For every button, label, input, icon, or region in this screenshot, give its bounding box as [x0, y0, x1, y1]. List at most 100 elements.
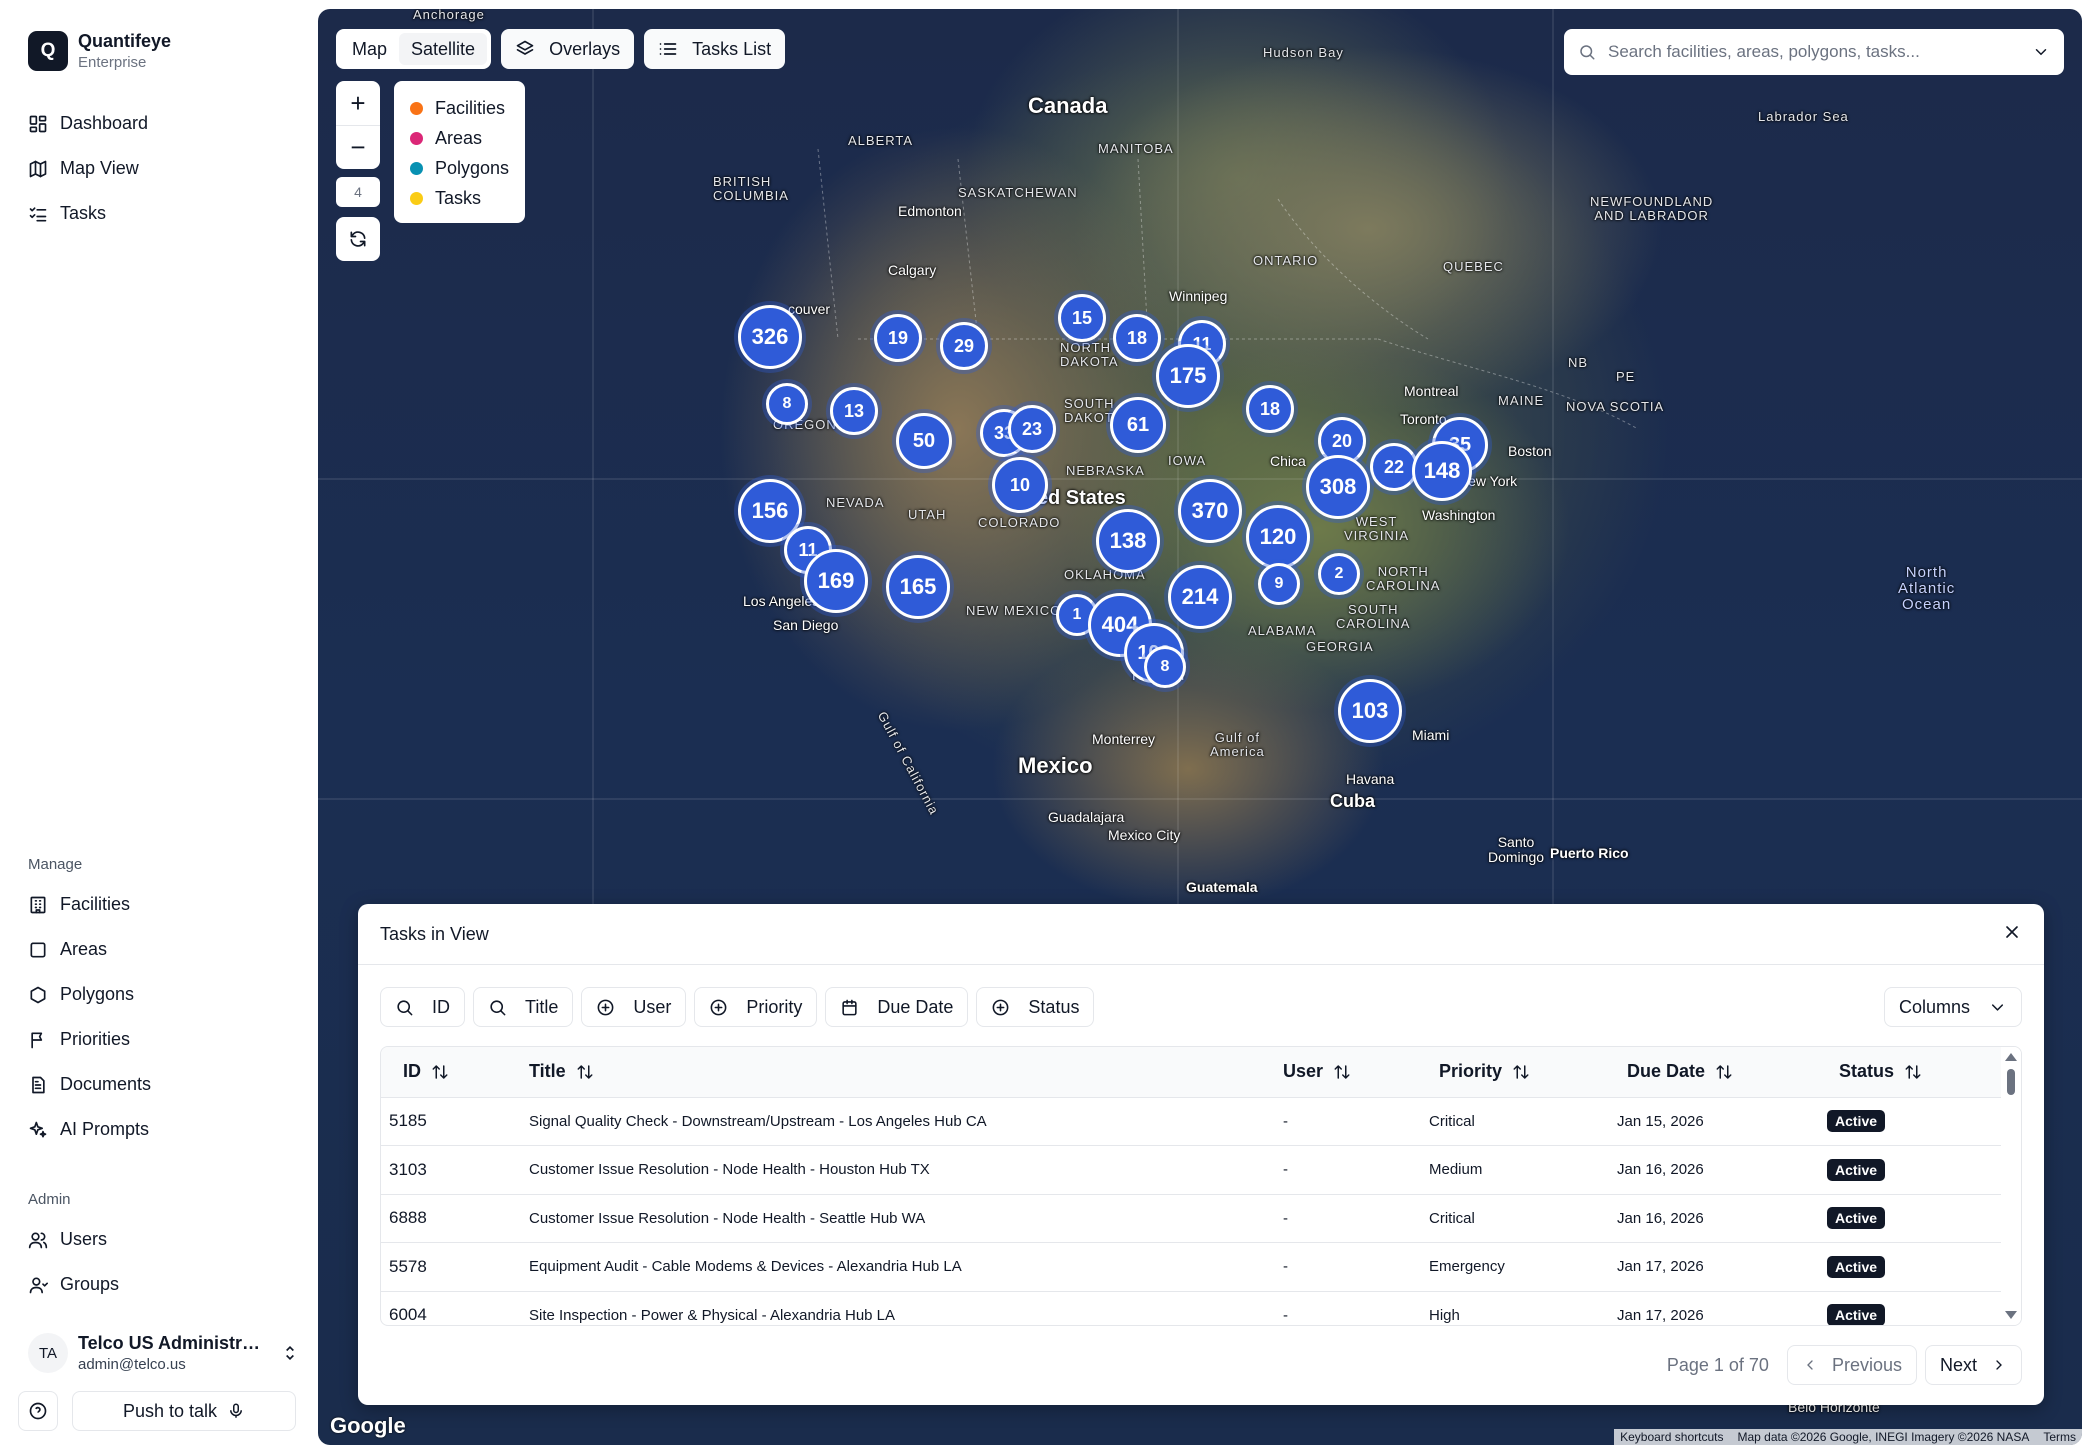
legend-item-polygons: Polygons — [410, 153, 509, 183]
user-menu[interactable]: TA Telco US Administrat... admin@telco.u… — [28, 1333, 300, 1373]
nav-item-ai-prompts[interactable]: AI Prompts — [28, 1107, 151, 1152]
cluster-marker[interactable]: 22 — [1370, 443, 1418, 491]
legend-label: Facilities — [435, 97, 506, 118]
table-scrollbar[interactable] — [2001, 1047, 2021, 1325]
nav-item-tasks[interactable]: Tasks — [28, 191, 148, 236]
cluster-marker[interactable]: 175 — [1156, 344, 1220, 408]
flag-icon — [31, 1032, 43, 1048]
cluster-marker[interactable]: 9 — [1258, 563, 1300, 605]
column-header-priority[interactable]: Priority — [1429, 1047, 1617, 1098]
column-header-due-date[interactable]: Due Date — [1617, 1047, 1827, 1098]
refresh-button[interactable] — [336, 217, 380, 261]
cell-priority: Emergency — [1429, 1242, 1617, 1292]
cluster-marker[interactable]: 18 — [1113, 314, 1161, 362]
filter-id-button[interactable]: ID — [380, 987, 465, 1027]
filter-label: User — [633, 996, 672, 1017]
tasks-list-button[interactable]: Tasks List — [644, 29, 786, 69]
cluster-marker[interactable]: 15 — [1058, 294, 1106, 342]
filter-status-button[interactable]: Status — [976, 987, 1095, 1027]
map-search-input[interactable] — [1608, 42, 2032, 62]
nav-item-areas[interactable]: Areas — [28, 927, 151, 972]
table-row[interactable]: 6888 Customer Issue Resolution - Node He… — [381, 1194, 2003, 1243]
cluster-marker[interactable]: 169 — [804, 549, 868, 613]
list-checks-icon — [29, 206, 47, 221]
cluster-marker[interactable]: 50 — [896, 413, 952, 469]
table-row[interactable]: 6004 Site Inspection - Power & Physical … — [381, 1291, 2003, 1325]
cluster-marker[interactable]: 13 — [830, 387, 878, 435]
column-header-status[interactable]: Status — [1827, 1047, 2003, 1098]
view-mode-satellite-button[interactable]: Satellite — [399, 33, 488, 65]
push-to-talk-button[interactable]: Push to talk — [72, 1391, 296, 1431]
filter-label: Status — [1028, 996, 1080, 1017]
nav-item-documents[interactable]: Documents — [28, 1062, 151, 1107]
cluster-marker[interactable]: 19 — [874, 314, 922, 362]
table-row[interactable]: 5578 Equipment Audit - Cable Modems & De… — [381, 1242, 2003, 1292]
push-to-talk-label: Push to talk — [122, 1400, 218, 1421]
columns-button[interactable]: Columns — [1883, 987, 2022, 1027]
cluster-marker[interactable]: 148 — [1412, 441, 1472, 501]
nav-item-priorities[interactable]: Priorities — [28, 1017, 151, 1062]
cluster-marker[interactable]: 120 — [1246, 505, 1310, 569]
chevron-down-icon[interactable] — [2032, 43, 2050, 61]
scroll-up-arrow[interactable] — [2005, 1053, 2017, 1061]
map-label-north-atlantic: North Atlantic Ocean — [1898, 564, 1956, 613]
map-label-manitoba: MANITOBA — [1098, 141, 1174, 156]
map-search[interactable] — [1564, 29, 2064, 75]
brand[interactable]: Q Quantifeye Enterprise — [28, 31, 171, 71]
filter-priority-button[interactable]: Priority — [694, 987, 818, 1027]
filter-label: Priority — [746, 996, 803, 1017]
cluster-marker[interactable]: 370 — [1178, 479, 1242, 543]
nav-item-groups[interactable]: Groups — [28, 1262, 119, 1307]
cluster-marker[interactable]: 10 — [992, 457, 1048, 513]
column-header-user[interactable]: User — [1273, 1047, 1429, 1098]
map-label-san-diego: San Diego — [773, 617, 839, 633]
cell-title: Equipment Audit - Cable Modems & Devices… — [511, 1242, 1273, 1292]
column-header-title[interactable]: Title — [511, 1047, 1273, 1098]
help-button[interactable] — [18, 1391, 58, 1431]
cluster-marker[interactable]: 23 — [1008, 405, 1056, 453]
close-button[interactable] — [2002, 922, 2022, 947]
table-row[interactable]: 3103 Customer Issue Resolution - Node He… — [381, 1145, 2003, 1195]
map-label-mexico: Mexico — [1018, 753, 1093, 778]
terms-link[interactable]: Terms — [2043, 1430, 2076, 1444]
column-header-id[interactable]: ID — [381, 1047, 511, 1098]
nav-item-map-view[interactable]: Map View — [28, 146, 148, 191]
next-page-button[interactable]: Next — [1924, 1345, 2022, 1385]
scroll-thumb[interactable] — [2007, 1069, 2015, 1095]
cluster-marker[interactable]: 308 — [1306, 455, 1370, 519]
cluster-marker[interactable]: 165 — [886, 555, 950, 619]
plus-circle-icon — [597, 999, 614, 1015]
cluster-marker[interactable]: 326 — [738, 305, 802, 369]
table-row[interactable]: 5185 Signal Quality Check - Downstream/U… — [381, 1097, 2003, 1146]
nav-item-dashboard[interactable]: Dashboard — [28, 101, 148, 146]
filter-user-button[interactable]: User — [581, 987, 687, 1027]
tasks-table[interactable]: ID Title User Priority Due Date Status 5… — [380, 1046, 2022, 1326]
cluster-marker[interactable]: 2 — [1318, 553, 1360, 595]
nav-item-facilities[interactable]: Facilities — [28, 882, 151, 927]
map-label-colorado: COLORADO — [978, 515, 1061, 530]
cluster-marker[interactable]: 214 — [1168, 565, 1232, 629]
filter-due-date-button[interactable]: Due Date — [825, 987, 969, 1027]
scroll-down-arrow[interactable] — [2005, 1311, 2017, 1319]
keyboard-shortcuts-link[interactable]: Keyboard shortcuts — [1620, 1430, 1723, 1444]
previous-page-button[interactable]: Previous — [1786, 1345, 1917, 1385]
overlays-button[interactable]: Overlays — [501, 29, 635, 69]
cluster-marker[interactable]: 61 — [1110, 397, 1166, 453]
view-mode-map-button[interactable]: Map — [340, 33, 399, 65]
cluster-marker[interactable]: 18 — [1246, 385, 1294, 433]
map-label-havana: Havana — [1346, 771, 1395, 787]
chevron-left-icon — [1807, 1360, 1813, 1370]
next-label: Next — [1939, 1354, 1977, 1375]
avatar: TA — [28, 1333, 68, 1373]
manage-nav: Facilities Areas Polygons Priorities Doc… — [28, 882, 151, 1152]
nav-item-users[interactable]: Users — [28, 1217, 119, 1262]
cluster-marker[interactable]: 8 — [766, 383, 808, 425]
zoom-in-button[interactable]: + — [336, 81, 380, 125]
cluster-marker[interactable]: 29 — [940, 322, 988, 370]
filter-title-button[interactable]: Title — [473, 987, 574, 1027]
zoom-out-button[interactable]: − — [336, 125, 380, 169]
nav-item-polygons[interactable]: Polygons — [28, 972, 151, 1017]
cluster-marker[interactable]: 138 — [1096, 509, 1160, 573]
cluster-marker[interactable]: 103 — [1338, 679, 1402, 743]
cluster-marker[interactable]: 8 — [1144, 646, 1186, 688]
